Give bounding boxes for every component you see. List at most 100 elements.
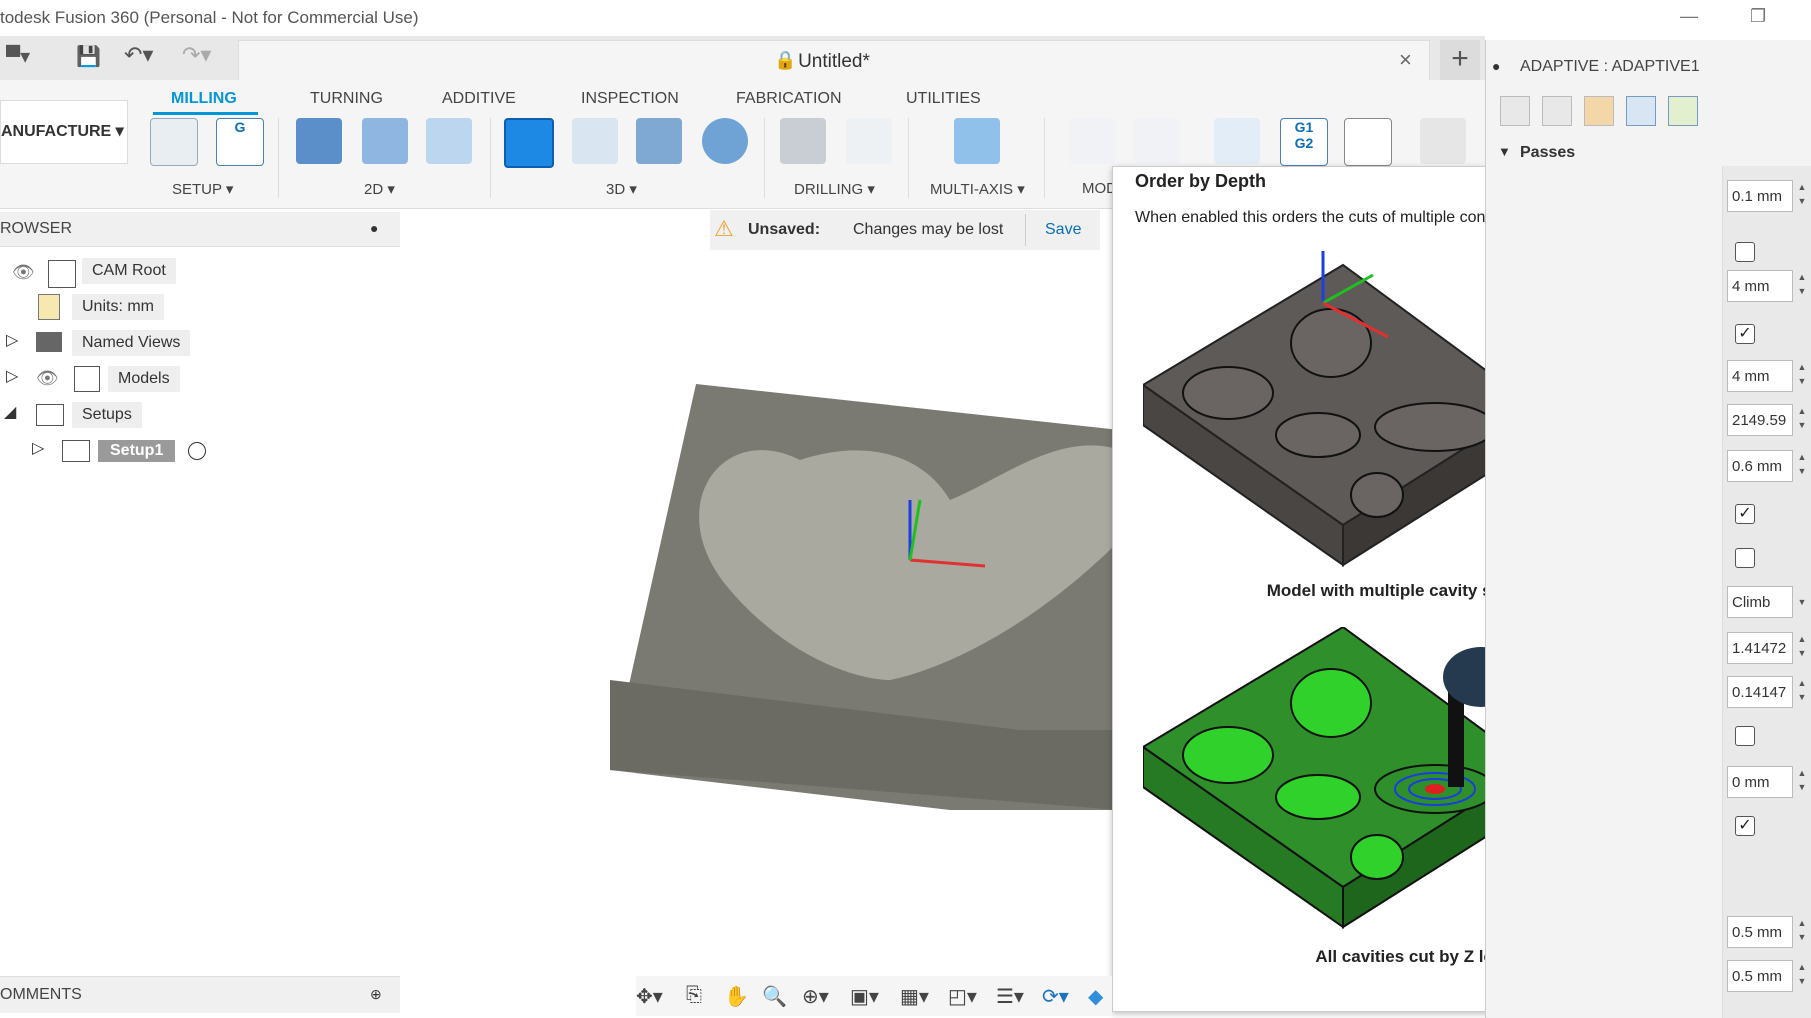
checkbox[interactable] — [1735, 548, 1755, 568]
tab-inspection[interactable]: INSPECTION — [581, 90, 679, 108]
geometry-tab-icon[interactable] — [1542, 96, 1572, 126]
group-multi-axis[interactable]: MULTI-AXIS ▾ — [930, 180, 1025, 198]
close-tab-icon[interactable]: × — [1399, 47, 1412, 73]
checkbox[interactable] — [1735, 726, 1755, 746]
field-value[interactable]: 0.6 mm — [1727, 450, 1793, 482]
post-process-icon[interactable]: G1 G2 — [1280, 118, 1328, 166]
workspace-switcher[interactable]: ANUFACTURE ▾ — [0, 100, 128, 164]
section-icon[interactable]: ☰▾ — [996, 984, 1024, 1009]
modify-delete-icon[interactable] — [1134, 118, 1180, 164]
field-value[interactable]: 0 mm — [1727, 766, 1793, 798]
field-value[interactable]: 4 mm — [1727, 270, 1793, 302]
tab-fabrication[interactable]: FABRICATION — [736, 90, 842, 108]
field-value[interactable]: 0.1 mm — [1727, 180, 1793, 212]
refresh-icon[interactable]: ⟳▾ — [1042, 984, 1069, 1009]
scallop-icon[interactable] — [702, 118, 748, 164]
checkbox-checked[interactable]: ✓ — [1735, 816, 1755, 836]
checkbox-checked[interactable]: ✓ — [1735, 504, 1755, 524]
tab-milling[interactable]: MILLING — [171, 90, 237, 108]
multi-axis-icon[interactable] — [954, 118, 1000, 164]
field-value[interactable]: 2149.59 — [1727, 404, 1793, 436]
save-link[interactable]: Save — [1045, 221, 1081, 239]
collapse-panel-icon[interactable]: ● — [1492, 58, 1500, 74]
3d-model-viewport[interactable] — [600, 370, 1120, 810]
parallel-icon[interactable] — [636, 118, 682, 164]
chevron-down-icon[interactable]: ▼ — [1795, 586, 1809, 618]
tool-tab-icon[interactable] — [1500, 96, 1530, 126]
viewports-icon[interactable]: ◰▾ — [948, 984, 977, 1009]
tree-item-cam-root[interactable]: CAM Root — [82, 258, 176, 284]
tool-library-icon[interactable] — [1420, 118, 1466, 164]
spinner-icon[interactable]: ▲ ▼ — [1795, 404, 1809, 436]
expand-icon[interactable]: ▷ — [6, 330, 18, 350]
2d-pocket-icon[interactable] — [362, 118, 408, 164]
3d-adaptive-icon[interactable] — [504, 118, 554, 168]
setup-sheet-icon[interactable] — [1344, 118, 1392, 166]
undo-icon[interactable]: ↶▾ — [124, 42, 153, 68]
field-value[interactable]: 4 mm — [1727, 360, 1793, 392]
setup-icon[interactable] — [150, 118, 198, 166]
stock-icon[interactable]: ◆ — [1088, 984, 1103, 1009]
group-2d[interactable]: 2D ▾ — [364, 180, 395, 198]
tree-item-models[interactable]: Models — [108, 366, 180, 392]
spinner-icon[interactable]: ▲ ▼ — [1795, 360, 1809, 392]
eye-icon[interactable]: 👁 — [12, 262, 35, 283]
display-settings-icon[interactable]: ▣▾ — [850, 984, 879, 1009]
spinner-icon[interactable]: ▲ ▼ — [1795, 180, 1809, 212]
grid-icon[interactable]: ▦▾ — [900, 984, 929, 1009]
group-3d[interactable]: 3D ▾ — [606, 180, 637, 198]
nc-program-icon[interactable]: G — [216, 118, 264, 166]
face-icon[interactable] — [426, 118, 472, 164]
spinner-icon[interactable]: ▲ ▼ — [1795, 632, 1809, 664]
linking-tab-icon[interactable] — [1668, 96, 1698, 126]
expand-icon[interactable]: ▷ — [32, 438, 44, 458]
file-menu-icon[interactable]: ▀▾ — [6, 44, 30, 69]
hole-recognition-icon[interactable] — [846, 118, 892, 164]
document-tab[interactable]: Untitled* 🔒 × — [238, 40, 1430, 81]
field-value[interactable]: 0.5 mm — [1727, 960, 1793, 992]
tab-utilities[interactable]: UTILITIES — [906, 90, 981, 108]
spinner-icon[interactable]: ▲ ▼ — [1795, 450, 1809, 482]
orbit-icon[interactable]: ✥▾ — [636, 984, 663, 1009]
field-value[interactable]: 0.5 mm — [1727, 916, 1793, 948]
field-value[interactable]: 1.41472 — [1727, 632, 1793, 664]
checkbox-checked[interactable]: ✓ — [1735, 324, 1755, 344]
drill-icon[interactable] — [780, 118, 826, 164]
checkbox[interactable] — [1735, 242, 1755, 262]
tab-turning[interactable]: TURNING — [310, 90, 383, 108]
new-tab-button[interactable]: + — [1440, 40, 1480, 80]
eye-icon[interactable]: 👁 — [36, 368, 59, 389]
2d-adaptive-icon[interactable] — [296, 118, 342, 164]
pan-icon[interactable]: ✋ — [724, 984, 749, 1009]
collapse-icon[interactable]: ◢ — [4, 402, 16, 422]
spinner-icon[interactable]: ▲ ▼ — [1795, 766, 1809, 798]
restore-icon[interactable]: ❐ — [1750, 6, 1766, 27]
collapse-section-icon[interactable]: ▼ — [1498, 144, 1511, 159]
3d-pocket-icon[interactable] — [572, 118, 618, 164]
spinner-icon[interactable]: ▲ ▼ — [1795, 916, 1809, 948]
tree-item-setups[interactable]: Setups — [72, 402, 142, 428]
redo-icon[interactable]: ↷▾ — [182, 42, 211, 68]
fit-icon[interactable]: ⊕▾ — [802, 984, 829, 1009]
add-comment-icon[interactable]: ⊕ — [370, 986, 382, 1003]
activate-radio-icon[interactable] — [188, 442, 206, 460]
save-icon[interactable]: 💾 — [76, 44, 101, 69]
heights-tab-icon[interactable] — [1584, 96, 1614, 126]
group-drilling[interactable]: DRILLING ▾ — [794, 180, 875, 198]
direction-select[interactable]: Climb — [1727, 586, 1793, 618]
collapse-browser-icon[interactable]: ● — [370, 220, 378, 236]
simulate-icon[interactable] — [1214, 118, 1260, 164]
passes-tab-icon[interactable] — [1626, 96, 1656, 126]
tab-additive[interactable]: ADDITIVE — [442, 90, 516, 108]
expand-icon[interactable]: ▷ — [6, 366, 18, 386]
tree-item-units[interactable]: Units: mm — [72, 294, 164, 320]
spinner-icon[interactable]: ▲ ▼ — [1795, 960, 1809, 992]
spinner-icon[interactable]: ▲ ▼ — [1795, 676, 1809, 708]
minimize-icon[interactable]: — — [1680, 6, 1698, 27]
spinner-icon[interactable]: ▲ ▼ — [1795, 270, 1809, 302]
zoom-icon[interactable]: 🔍 — [762, 984, 787, 1009]
tree-item-setup1[interactable]: Setup1 — [98, 440, 176, 462]
group-setup[interactable]: SETUP ▾ — [172, 180, 233, 198]
field-value[interactable]: 0.14147 — [1727, 676, 1793, 708]
modify-icon[interactable] — [1070, 118, 1116, 164]
